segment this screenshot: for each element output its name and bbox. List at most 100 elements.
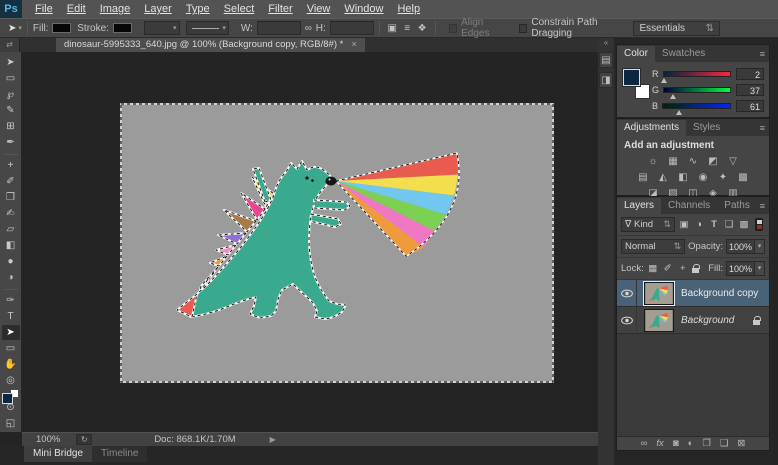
red-slider[interactable] xyxy=(661,71,731,83)
visibility-toggle[interactable] xyxy=(617,280,637,306)
lock-position-icon[interactable]: + xyxy=(677,263,689,274)
quick-selection-tool[interactable]: ✎ xyxy=(2,103,20,118)
curves-icon[interactable]: ∿ xyxy=(687,156,700,167)
tab-swatches[interactable]: Swatches xyxy=(655,46,712,62)
document-tab[interactable]: dinosaur-5995333_640.jpg @ 100% (Backgro… xyxy=(56,38,365,52)
clone-stamp-tool[interactable]: ❒ xyxy=(2,190,20,205)
eraser-tool[interactable]: ▱ xyxy=(2,222,20,237)
color-panel-swatches[interactable] xyxy=(622,67,652,99)
screen-mode-button[interactable]: ◱ xyxy=(2,416,20,431)
blue-slider[interactable] xyxy=(662,103,731,115)
new-group-icon[interactable]: ❐ xyxy=(702,438,711,449)
tab-mini-bridge[interactable]: Mini Bridge xyxy=(24,446,93,462)
menu-select[interactable]: Select xyxy=(217,3,262,15)
brightness-contrast-icon[interactable]: ☼ xyxy=(647,156,660,167)
menu-layer[interactable]: Layer xyxy=(137,3,179,15)
blue-value[interactable]: 61 xyxy=(736,100,764,112)
channel-mixer-icon[interactable]: ✦ xyxy=(717,172,730,183)
chevron-down-icon[interactable]: ▾ xyxy=(754,239,765,254)
vibrance-icon[interactable]: ▽ xyxy=(727,156,740,167)
path-alignment-icon[interactable]: ≡ xyxy=(400,23,415,34)
link-layers-icon[interactable]: ∞ xyxy=(641,438,648,449)
zoom-tool[interactable]: ◎ xyxy=(2,373,20,388)
panel-menu-icon[interactable]: ≡ xyxy=(760,49,769,59)
tab-layers[interactable]: Layers xyxy=(617,197,662,214)
menu-type[interactable]: Type xyxy=(179,3,217,15)
levels-icon[interactable]: ▦ xyxy=(667,156,680,167)
fill-value[interactable]: 100% xyxy=(726,261,754,276)
lasso-tool[interactable]: ℘ xyxy=(2,87,20,102)
green-slider[interactable] xyxy=(663,87,731,99)
chevron-down-icon[interactable]: ▾ xyxy=(754,261,765,276)
gradient-tool[interactable]: ◧ xyxy=(2,238,20,253)
constrain-path-checkbox[interactable] xyxy=(518,23,528,33)
tab-timeline[interactable]: Timeline xyxy=(92,446,148,462)
shape-tool[interactable]: ▭ xyxy=(2,341,20,356)
lock-transparency-icon[interactable]: ▦ xyxy=(647,263,659,274)
shape-filter-icon[interactable]: ❏ xyxy=(723,219,735,230)
new-adjustment-layer-icon[interactable]: ◐ xyxy=(688,438,694,449)
black-white-icon[interactable]: ◧ xyxy=(677,172,690,183)
photo-filter-icon[interactable]: ◉ xyxy=(697,172,710,183)
smart-object-filter-icon[interactable]: ▩ xyxy=(738,219,750,230)
color-lookup-icon[interactable]: ▩ xyxy=(737,172,750,183)
move-tool[interactable]: ➤ xyxy=(2,55,20,70)
path-selection-tool[interactable]: ➤ xyxy=(1,325,20,340)
menu-file[interactable]: File xyxy=(28,3,60,15)
adjustment-filter-icon[interactable]: ◑ xyxy=(693,219,705,230)
panel-menu-icon[interactable]: ≡ xyxy=(760,201,769,211)
history-panel-icon[interactable]: ▤ xyxy=(599,52,613,68)
layer-thumbnail[interactable] xyxy=(643,280,675,306)
tab-adjustments[interactable]: Adjustments xyxy=(617,119,687,136)
width-input[interactable] xyxy=(256,21,301,35)
menu-help[interactable]: Help xyxy=(390,3,427,15)
menu-edit[interactable]: Edit xyxy=(60,3,93,15)
layer-style-icon[interactable]: fx xyxy=(656,438,663,449)
hand-tool[interactable]: ✋ xyxy=(2,357,20,372)
healing-brush-tool[interactable]: + xyxy=(2,158,20,173)
properties-panel-icon[interactable]: ◨ xyxy=(599,72,613,88)
background-color-swatch[interactable] xyxy=(635,84,650,99)
tab-channels[interactable]: Channels xyxy=(661,198,717,214)
history-brush-tool[interactable]: ✍ xyxy=(2,206,20,221)
foreground-background-swatches[interactable] xyxy=(2,389,19,404)
path-arrangement-icon[interactable]: ❖ xyxy=(415,23,430,34)
expand-dock-icon[interactable]: « xyxy=(604,38,608,48)
status-icon[interactable]: ↻ xyxy=(76,434,93,445)
green-value[interactable]: 37 xyxy=(736,84,764,96)
stroke-type-dropdown[interactable]: ▾ xyxy=(185,21,229,35)
pixel-filter-icon[interactable]: ▣ xyxy=(678,219,690,230)
tool-preset-button[interactable]: ➤ ▾ xyxy=(8,23,22,34)
tab-color[interactable]: Color xyxy=(617,45,655,62)
canvas-image[interactable] xyxy=(120,103,554,383)
foreground-color-swatch[interactable] xyxy=(2,393,13,404)
align-edges-checkbox[interactable] xyxy=(448,23,458,33)
menu-window[interactable]: Window xyxy=(337,3,390,15)
new-layer-icon[interactable]: ❑ xyxy=(720,438,729,449)
fill-swatch[interactable] xyxy=(52,23,72,33)
link-dimensions-icon[interactable]: ∞ xyxy=(301,23,316,34)
filter-toggle-switch[interactable] xyxy=(755,218,763,231)
visibility-toggle[interactable] xyxy=(617,307,637,333)
filter-kind-dropdown[interactable]: ∇ Kind ⇅ xyxy=(621,217,675,232)
green-slider-thumb[interactable] xyxy=(670,94,677,99)
layer-name[interactable]: Background xyxy=(681,315,734,326)
foreground-color-swatch[interactable] xyxy=(623,69,640,86)
hue-saturation-icon[interactable]: ▤ xyxy=(637,172,650,183)
menu-image[interactable]: Image xyxy=(93,3,138,15)
fill-control[interactable]: 100% ▾ xyxy=(726,261,765,276)
lock-paint-icon[interactable]: ✐ xyxy=(662,263,674,274)
height-input[interactable] xyxy=(329,21,374,35)
tab-styles[interactable]: Styles xyxy=(686,120,727,136)
type-filter-icon[interactable]: T xyxy=(708,219,720,230)
dodge-tool[interactable]: ◑ xyxy=(2,270,20,285)
stroke-width-dropdown[interactable]: ▾ xyxy=(143,21,180,35)
zoom-level-field[interactable]: 100% xyxy=(36,434,60,445)
blur-tool[interactable]: ● xyxy=(2,254,20,269)
marquee-tool[interactable]: ▭ xyxy=(2,71,20,86)
layer-mask-icon[interactable]: ◙ xyxy=(673,438,679,449)
lock-all-icon[interactable] xyxy=(691,264,700,273)
layer-thumbnail[interactable] xyxy=(644,308,674,332)
pen-tool[interactable]: ✑ xyxy=(2,293,20,308)
panel-menu-icon[interactable]: ≡ xyxy=(760,123,769,133)
